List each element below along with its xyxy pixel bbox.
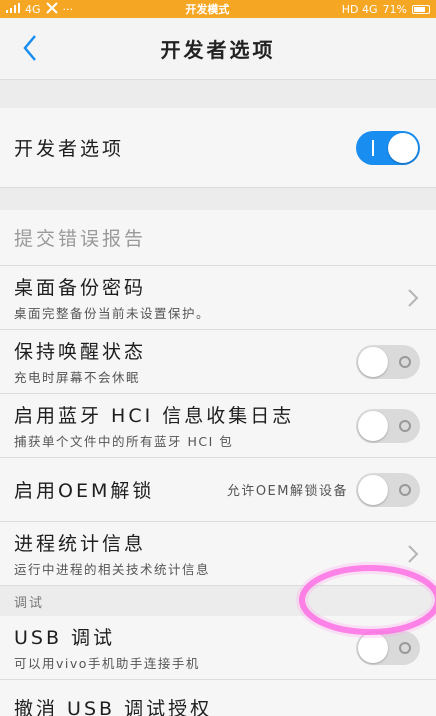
oem-unlock-note: 允许OEM解锁设备 <box>226 484 348 499</box>
row-text: 保持唤醒状态 充电时屏幕不会休眠 <box>14 337 146 386</box>
toggle-knob <box>358 632 388 663</box>
revoke-usb-row[interactable]: 撤消 USB 调试授权 <box>0 680 436 716</box>
desktop-backup-title: 桌面备份密码 <box>14 277 147 299</box>
bt-hci-subtitle: 捕获单个文件中的所有蓝牙 HCI 包 <box>14 434 234 449</box>
more-icon: ··· <box>62 2 74 16</box>
stay-awake-toggle[interactable] <box>356 344 420 379</box>
process-stats-subtitle: 运行中进程的相关技术统计信息 <box>14 562 211 577</box>
developer-options-label: 开发者选项 <box>14 138 125 160</box>
page-title: 开发者选项 <box>160 38 276 62</box>
usb-debug-title: USB 调试 <box>14 627 116 649</box>
bt-hci-row[interactable]: 启用蓝牙 HCI 信息收集日志 捕获单个文件中的所有蓝牙 HCI 包 <box>0 394 436 458</box>
developer-options-row[interactable]: 开发者选项 <box>0 108 436 188</box>
toggle-on-mark-icon <box>372 139 374 156</box>
stay-awake-subtitle: 充电时屏幕不会休眠 <box>14 370 141 385</box>
row-text: 进程统计信息 运行中进程的相关技术统计信息 <box>14 529 210 578</box>
oem-unlock-toggle[interactable] <box>356 472 420 507</box>
status-right: HD 4G 71% <box>342 3 430 16</box>
usb-debug-row[interactable]: USB 调试 可以用vivo手机助手连接手机 <box>0 616 436 680</box>
row-text: 启用蓝牙 HCI 信息收集日志 捕获单个文件中的所有蓝牙 HCI 包 <box>14 401 294 450</box>
spacer <box>0 188 436 210</box>
process-stats-row[interactable]: 进程统计信息 运行中进程的相关技术统计信息 <box>0 522 436 586</box>
toggle-off-mark-icon <box>399 355 411 368</box>
toggle-knob <box>358 410 388 441</box>
battery-label: 71% <box>382 2 407 16</box>
toggle-knob <box>388 132 418 163</box>
back-button[interactable] <box>16 34 44 62</box>
signal-icon <box>6 2 20 16</box>
usb-debug-toggle[interactable] <box>356 630 420 665</box>
back-arrow-icon <box>23 35 36 61</box>
network-label: HD 4G <box>341 2 378 16</box>
stay-awake-row[interactable]: 保持唤醒状态 充电时屏幕不会休眠 <box>0 330 436 394</box>
bt-hci-toggle[interactable] <box>356 408 420 443</box>
usb-debug-subtitle: 可以用vivo手机助手连接手机 <box>14 656 200 671</box>
row-text: 撤消 USB 调试授权 <box>14 694 212 716</box>
debug-section-label: 调试 <box>0 586 436 616</box>
chevron-right-icon <box>408 288 419 307</box>
row-text: USB 调试 可以用vivo手机助手连接手机 <box>14 623 200 672</box>
header: 开发者选项 <box>0 18 436 80</box>
toggle-off-mark-icon <box>399 641 411 654</box>
bt-hci-title: 启用蓝牙 HCI 信息收集日志 <box>14 405 295 427</box>
stay-awake-title: 保持唤醒状态 <box>14 341 147 363</box>
toggle-knob <box>358 346 388 377</box>
tools-icon <box>45 1 58 17</box>
desktop-backup-subtitle: 桌面完整备份当前未设置保护。 <box>14 306 211 321</box>
status-bar: 4G ··· 开发模式 HD 4G 71% <box>0 0 436 18</box>
developer-options-toggle[interactable] <box>356 130 420 165</box>
signal-label: 4G <box>25 2 41 16</box>
oem-unlock-right: 允许OEM解锁设备 <box>226 472 420 507</box>
toggle-knob <box>358 474 388 505</box>
bug-report-label: 提交错误报告 <box>14 228 147 250</box>
spacer <box>0 80 436 108</box>
row-text: 桌面备份密码 桌面完整备份当前未设置保护。 <box>14 273 210 322</box>
desktop-backup-row[interactable]: 桌面备份密码 桌面完整备份当前未设置保护。 <box>0 266 436 330</box>
chevron-right-icon <box>408 544 419 563</box>
oem-unlock-row[interactable]: 启用OEM解锁 允许OEM解锁设备 <box>0 458 436 522</box>
process-stats-title: 进程统计信息 <box>14 533 147 555</box>
status-title: 开发模式 <box>185 3 230 16</box>
row-text: 开发者选项 <box>14 134 124 161</box>
toggle-off-mark-icon <box>399 483 411 496</box>
oem-unlock-title: 启用OEM解锁 <box>14 480 155 502</box>
status-left: 4G ··· <box>6 1 74 17</box>
revoke-usb-title: 撤消 USB 调试授权 <box>14 698 213 716</box>
row-text: 启用OEM解锁 <box>14 476 154 503</box>
row-text: 提交错误报告 <box>14 224 146 251</box>
bug-report-row[interactable]: 提交错误报告 <box>0 210 436 266</box>
battery-icon <box>412 4 430 14</box>
toggle-off-mark-icon <box>399 419 411 432</box>
